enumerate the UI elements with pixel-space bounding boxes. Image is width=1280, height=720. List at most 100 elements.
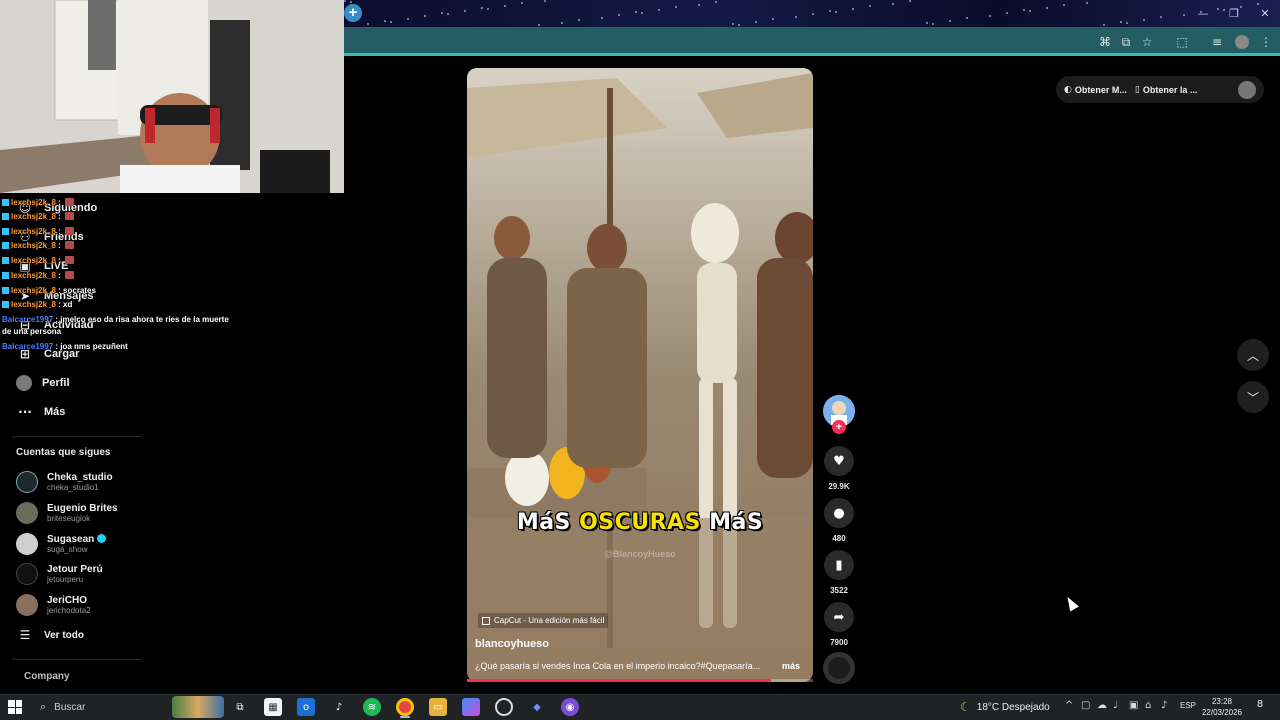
volume-icon[interactable]: ♪ <box>1161 700 1167 711</box>
tray-icon[interactable]: ▢ <box>1081 700 1090 711</box>
weather-widget[interactable]: ☾ 18°C Despejado <box>960 698 1050 716</box>
progress-fill <box>467 679 772 682</box>
copilot-icon[interactable] <box>462 698 480 716</box>
outlook-icon[interactable]: o <box>297 698 315 716</box>
nav-profile[interactable]: Perfil <box>16 372 70 394</box>
browser-profile-icon[interactable] <box>1235 35 1249 49</box>
language-indicator[interactable]: ESP <box>1180 701 1196 710</box>
star-decoration <box>1029 10 1031 12</box>
account-item[interactable]: Cheka_studio cheka_studio1 <box>16 468 113 496</box>
star-decoration <box>578 19 580 21</box>
account-item[interactable]: Sugasean suga_show <box>16 530 107 558</box>
new-tab-button[interactable]: + <box>344 4 362 22</box>
onedrive-icon[interactable]: ☁ <box>1097 700 1107 711</box>
restore-button[interactable]: ❐ <box>1219 0 1249 27</box>
install-app-icon[interactable]: ⧉ <box>1119 35 1133 49</box>
search-highlight-image <box>172 696 224 718</box>
follow-plus-button[interactable]: + <box>832 420 846 434</box>
music-disc-icon[interactable] <box>823 652 855 684</box>
tray-overflow-icon[interactable]: ^ <box>1065 700 1073 711</box>
browser-menu-icon[interactable]: ⋮ <box>1259 35 1273 49</box>
messenger-icon[interactable]: ◉ <box>561 698 579 716</box>
start-button[interactable] <box>8 700 22 714</box>
star-decoration <box>949 20 951 22</box>
browser-tab-strip <box>344 0 1280 27</box>
network-icon[interactable]: ⌂ <box>1145 700 1151 711</box>
tiktok-icon[interactable]: ♪ <box>330 698 348 716</box>
see-all-button[interactable]: ☰ Ver todo <box>16 624 84 646</box>
account-item[interactable]: JeriCHO jerichodota2 <box>16 591 91 619</box>
star-decoration <box>926 22 928 24</box>
star-decoration <box>367 23 369 25</box>
heart-icon: ♥ <box>833 453 845 469</box>
account-item[interactable]: Jetour Perú jetourperu <box>16 560 103 588</box>
translate-icon[interactable]: ⌘ <box>1098 35 1112 49</box>
chat-user: lexchsj2k_8 <box>11 198 56 207</box>
star-decoration <box>538 24 540 26</box>
capcut-link[interactable]: CapCut - Una edición más fácil <box>478 613 609 628</box>
task-view-icon[interactable]: ⧉ <box>231 698 249 716</box>
next-video-button[interactable]: ﹀ <box>1237 381 1269 413</box>
previous-video-button[interactable]: ︿ <box>1237 339 1269 371</box>
app-icon[interactable]: ◆ <box>528 698 546 716</box>
star-decoration <box>755 21 757 23</box>
star-decoration <box>675 6 677 8</box>
get-app-link[interactable]: ▯ Obtener la ... <box>1135 85 1197 95</box>
chat-message: de una persona <box>2 327 61 337</box>
star-decoration <box>966 17 968 19</box>
like-button[interactable]: ♥ <box>824 446 854 476</box>
emote-icon <box>65 198 75 206</box>
company-link[interactable]: Company <box>24 671 70 682</box>
tray-icon[interactable]: ▣ <box>1129 700 1138 711</box>
video-player[interactable] <box>467 68 813 682</box>
extensions-icon[interactable]: ⬚ <box>1175 35 1189 49</box>
star-decoration <box>1046 7 1048 9</box>
emote-icon <box>65 241 75 249</box>
video-author[interactable]: blancoyhueso <box>475 638 549 650</box>
capcut-label: CapCut - Una edición más fácil <box>494 616 605 625</box>
divider <box>12 436 142 437</box>
obs-icon[interactable] <box>495 698 513 716</box>
star-decoration <box>487 8 489 10</box>
chrome-icon[interactable] <box>396 698 414 716</box>
save-button[interactable]: ▮ <box>824 550 854 580</box>
star-decoration <box>715 1 717 3</box>
store-icon[interactable]: ▦ <box>264 698 282 716</box>
chat-badge-icon <box>2 272 9 279</box>
comment-button[interactable]: ● <box>824 498 854 528</box>
star-decoration <box>521 2 523 4</box>
user-avatar[interactable] <box>1238 80 1256 99</box>
bookmark-star-icon[interactable]: ☆ <box>1140 35 1154 49</box>
clock[interactable]: 23:28 22/03/2026 <box>1198 696 1246 718</box>
active-app-indicator <box>400 716 410 718</box>
notifications-icon[interactable]: 8 <box>1252 699 1268 715</box>
file-explorer-icon[interactable]: ▭ <box>429 698 447 716</box>
star-decoration <box>812 13 814 15</box>
chat-text: de una persona <box>2 327 62 336</box>
get-coins-link[interactable]: ◐ Obtener M... <box>1064 85 1127 95</box>
chevron-up-icon: ︿ <box>1246 348 1259 363</box>
more-icon: ··· <box>18 405 32 419</box>
share-button[interactable]: ➦ <box>824 602 854 632</box>
chat-user: lexchsj2k_8 <box>11 241 56 250</box>
spotify-icon[interactable]: ≋ <box>363 698 381 716</box>
close-window-button[interactable]: ✕ <box>1250 0 1280 27</box>
nav-more[interactable]: ··· Más <box>16 401 65 423</box>
star-decoration <box>561 22 563 24</box>
media-control-icon[interactable]: ≡ <box>1210 35 1224 49</box>
minimize-button[interactable]: — <box>1188 0 1218 27</box>
more-description-button[interactable]: más <box>782 661 800 671</box>
account-name: Jetour Perú <box>47 563 103 575</box>
account-name: JeriCHO <box>47 594 88 606</box>
chat-badge-icon <box>2 301 9 308</box>
microphone-icon[interactable]: ♩ <box>1113 700 1118 711</box>
star-decoration <box>407 18 409 20</box>
clock-time: 23:28 <box>1211 697 1233 706</box>
account-handle: briteseugiok <box>47 513 91 523</box>
video-progress-bar[interactable] <box>467 679 813 682</box>
star-decoration <box>618 14 620 16</box>
star-decoration <box>504 5 506 7</box>
weather-label: 18°C Despejado <box>976 701 1050 713</box>
subtitle-text: MáS <box>700 510 764 535</box>
account-item[interactable]: Eugenio Brites briteseugiok <box>16 499 118 527</box>
